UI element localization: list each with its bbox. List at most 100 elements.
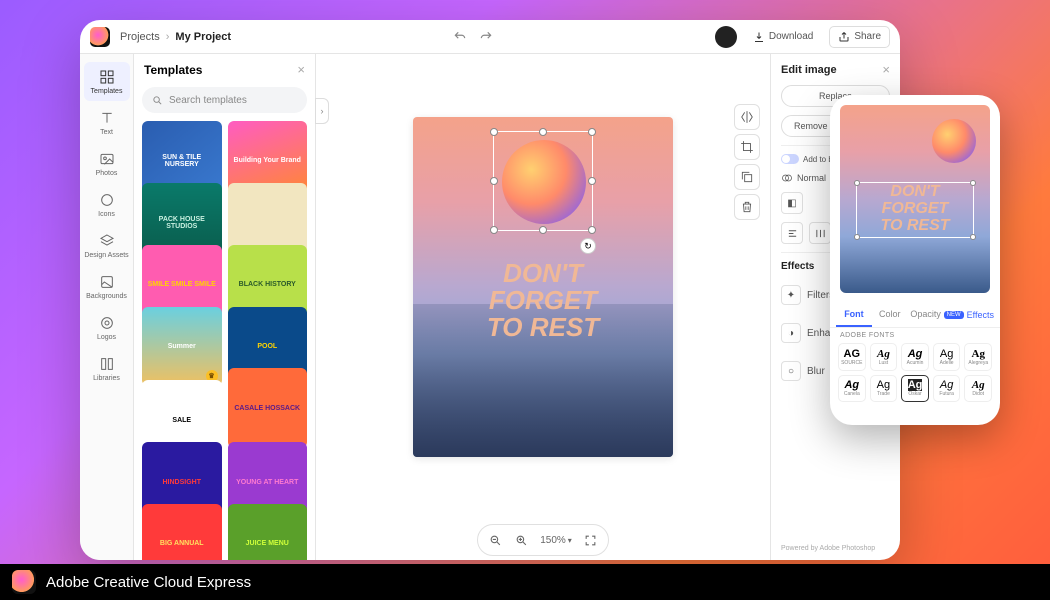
breadcrumb: Projects › My Project: [120, 31, 231, 43]
rail-logos[interactable]: Logos: [84, 308, 130, 347]
chevron-right-icon: ›: [166, 31, 170, 43]
phone-artboard[interactable]: DON'T FORGET TO REST: [840, 105, 990, 293]
font-option[interactable]: AgDidot: [964, 375, 992, 403]
font-option[interactable]: AgFutura: [933, 375, 961, 403]
resize-handle-se[interactable]: [588, 226, 596, 234]
logos-icon: [98, 314, 116, 332]
left-rail: Templates Text Photos Icons Design Asset…: [80, 54, 134, 560]
zoom-bar: 150%▾: [316, 520, 770, 560]
font-option[interactable]: AgAlegreya: [964, 343, 992, 371]
template-card[interactable]: BIG ANNUAL: [142, 504, 222, 560]
photos-icon: [98, 150, 116, 168]
resize-handle-se[interactable]: [970, 234, 976, 240]
font-option[interactable]: AgCanela: [838, 375, 866, 403]
chevron-down-icon: ▾: [568, 536, 572, 545]
font-option[interactable]: AgLust: [870, 343, 898, 371]
panel-collapse-handle[interactable]: ›: [315, 98, 329, 124]
properties-panel-title: Edit image: [781, 64, 837, 76]
resize-handle-w[interactable]: [490, 177, 498, 185]
font-option[interactable]: AgTrade: [870, 375, 898, 403]
align-button[interactable]: [781, 222, 803, 244]
brand-logo-icon: [12, 570, 36, 594]
search-input[interactable]: Search templates: [142, 87, 307, 113]
templates-icon: [98, 68, 116, 86]
rail-libraries[interactable]: Libraries: [84, 349, 130, 388]
font-option[interactable]: AgAcumin: [901, 343, 929, 371]
artboard[interactable]: DON'T FORGET TO REST ↻: [413, 117, 673, 457]
resize-handle-sw[interactable]: [854, 234, 860, 240]
blur-icon: ○: [781, 361, 801, 381]
close-icon[interactable]: ×: [297, 62, 305, 77]
flip-horizontal-button[interactable]: [734, 104, 760, 130]
templates-panel: Templates × Search templates SUN & TILE …: [134, 54, 316, 560]
share-button[interactable]: Share: [829, 26, 890, 48]
phone-shape[interactable]: [932, 119, 976, 163]
rail-templates[interactable]: Templates: [84, 62, 130, 101]
download-icon: [753, 31, 765, 43]
resize-handle-nw[interactable]: [854, 180, 860, 186]
close-icon[interactable]: ×: [882, 62, 890, 77]
distribute-button[interactable]: [809, 222, 831, 244]
phone-selection-box[interactable]: [856, 182, 974, 238]
search-icon: [152, 95, 163, 106]
opacity-button[interactable]: ◧: [781, 192, 803, 214]
zoom-in-button[interactable]: [510, 529, 532, 551]
text-icon: [98, 109, 116, 127]
canvas-vertical-toolbar: [734, 104, 760, 220]
undo-button[interactable]: [449, 26, 471, 48]
tab-font[interactable]: Font: [836, 303, 872, 327]
libraries-icon: [98, 355, 116, 373]
powered-by-label: Powered by Adobe Photoshop: [781, 545, 890, 552]
breadcrumb-current[interactable]: My Project: [175, 31, 231, 43]
enhancements-icon: ◑: [781, 323, 801, 343]
template-card[interactable]: JUICE MENU: [228, 504, 308, 560]
tab-color[interactable]: Color: [872, 303, 908, 327]
resize-handle-n[interactable]: [539, 128, 547, 136]
zoom-level-dropdown[interactable]: 150%▾: [536, 535, 576, 546]
font-option[interactable]: AgOskar: [901, 375, 929, 403]
toggle-icon: [781, 154, 799, 164]
rail-design-assets[interactable]: Design Assets: [84, 226, 130, 265]
breadcrumb-root[interactable]: Projects: [120, 31, 160, 43]
crop-button[interactable]: [734, 134, 760, 160]
app-logo-icon: [90, 27, 110, 47]
icons-icon: [98, 191, 116, 209]
fonts-section-label: ADOBE FONTS: [830, 328, 1000, 341]
rail-icons[interactable]: Icons: [84, 185, 130, 224]
rail-photos[interactable]: Photos: [84, 144, 130, 183]
download-button[interactable]: Download: [745, 27, 821, 47]
resize-handle-ne[interactable]: [588, 128, 596, 136]
redo-button[interactable]: [475, 26, 497, 48]
selected-shape[interactable]: [502, 140, 586, 224]
top-bar: Projects › My Project Download Share: [80, 20, 900, 54]
template-card[interactable]: CASALE HOSSACK: [228, 368, 308, 448]
rotate-handle[interactable]: ↻: [580, 238, 596, 254]
backgrounds-icon: [98, 273, 116, 291]
phone-frame: DON'T FORGET TO REST Font Color Opacity …: [830, 95, 1000, 425]
rail-text[interactable]: Text: [84, 103, 130, 142]
canvas-area: DON'T FORGET TO REST ↻: [316, 54, 770, 560]
font-option[interactable]: AGSOURCE: [838, 343, 866, 371]
artboard-text[interactable]: DON'T FORGET TO REST: [413, 260, 673, 342]
resize-handle-nw[interactable]: [490, 128, 498, 136]
blend-icon: [781, 172, 793, 184]
resize-handle-e[interactable]: [588, 177, 596, 185]
zoom-out-button[interactable]: [484, 529, 506, 551]
duplicate-button[interactable]: [734, 164, 760, 190]
phone-tabs: Font Color Opacity NEW Effects: [830, 303, 1000, 328]
share-icon: [838, 31, 850, 43]
font-option[interactable]: AgAdelle: [933, 343, 961, 371]
tab-effects[interactable]: NEW Effects: [944, 303, 994, 327]
template-card[interactable]: Summer♛: [142, 307, 222, 387]
zoom-fit-button[interactable]: [580, 529, 602, 551]
resize-handle-sw[interactable]: [490, 226, 498, 234]
rail-backgrounds[interactable]: Backgrounds: [84, 267, 130, 306]
delete-button[interactable]: [734, 194, 760, 220]
resize-handle-s[interactable]: [539, 226, 547, 234]
selection-box[interactable]: ↻: [493, 131, 593, 231]
design-assets-icon: [98, 232, 116, 250]
avatar[interactable]: [715, 26, 737, 48]
new-badge: NEW: [944, 311, 964, 319]
tab-opacity[interactable]: Opacity: [908, 303, 944, 327]
history-controls: [449, 26, 497, 48]
